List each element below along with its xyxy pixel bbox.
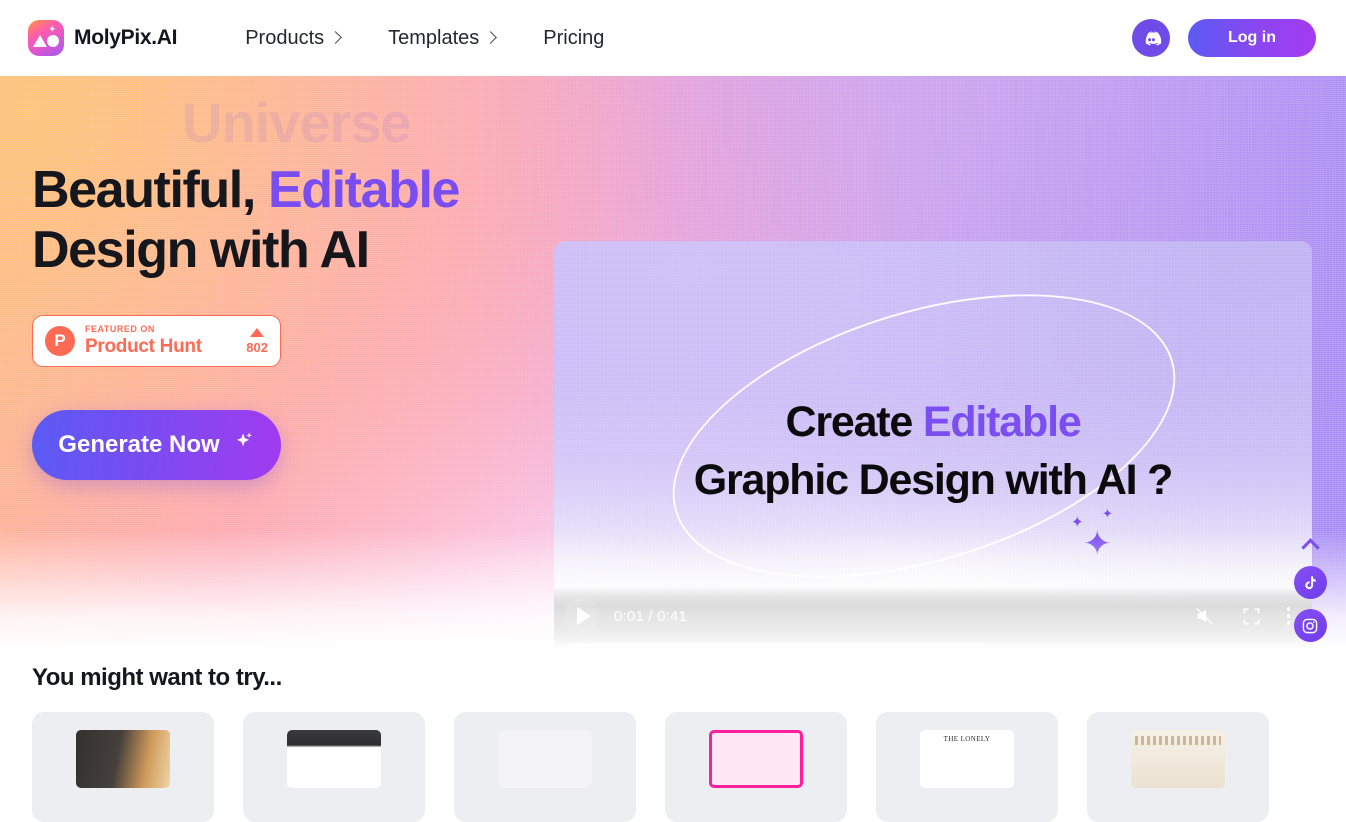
sparkle-icon xyxy=(229,428,255,461)
hero-bottom-fade xyxy=(0,530,1346,650)
try-section-title: You might want to try... xyxy=(32,664,282,691)
logo-sparkle-icon: ✦ xyxy=(48,24,56,34)
generate-now-label: Generate Now xyxy=(58,430,220,458)
logo-circle-shape xyxy=(47,35,59,47)
header-actions: Log in xyxy=(1132,19,1316,57)
nav-item-templates[interactable]: Templates xyxy=(388,26,498,50)
video-headline-line1-accent: Editable xyxy=(922,398,1082,446)
product-hunt-name: Product Hunt xyxy=(85,336,202,358)
template-card-5[interactable]: THE LONELY xyxy=(876,712,1058,822)
template-card-3[interactable] xyxy=(454,712,636,822)
nav-item-label: Pricing xyxy=(543,26,605,49)
chevron-right-icon xyxy=(484,31,498,44)
hero-heading-line2: Design with AI xyxy=(32,221,370,280)
floating-social-rail xyxy=(1292,534,1328,642)
nav-item-label: Products xyxy=(245,26,325,49)
hero-heading: Beautiful, Editable Design with AI xyxy=(32,160,532,281)
template-thumbnail xyxy=(709,730,803,788)
product-hunt-icon: P xyxy=(45,325,75,356)
chevron-right-icon xyxy=(329,31,343,44)
product-hunt-badge[interactable]: P FEATURED ON Product Hunt 802 xyxy=(32,314,281,367)
template-thumbnail xyxy=(287,730,381,788)
template-thumbnail xyxy=(76,730,170,788)
nav-item-label: Templates xyxy=(388,26,480,49)
login-button[interactable]: Log in xyxy=(1188,19,1316,57)
molypix-logo-icon: ✦ xyxy=(28,20,64,56)
logo-triangle-shape xyxy=(33,35,47,47)
hero-heading-line1-accent: Editable xyxy=(267,161,460,219)
discord-icon[interactable] xyxy=(1132,19,1170,57)
template-card-2[interactable] xyxy=(243,712,425,822)
nav-item-pricing[interactable]: Pricing xyxy=(543,27,604,50)
main-nav: Products Templates Pricing xyxy=(245,27,604,50)
hero-section: Universe Beautiful, Editable Design with… xyxy=(0,76,1346,650)
template-card-6[interactable] xyxy=(1087,712,1269,822)
brand-name: MolyPix.AI xyxy=(74,26,178,49)
template-thumbnail: THE LONELY xyxy=(920,730,1014,788)
product-hunt-eyebrow: FEATURED ON xyxy=(85,324,155,335)
template-thumbnail xyxy=(1131,730,1225,788)
template-thumbnail xyxy=(498,730,592,788)
site-header: ✦ MolyPix.AI Products Templates Pricing … xyxy=(0,0,1346,76)
chevron-up-shape xyxy=(1300,538,1320,557)
upvote-arrow-icon xyxy=(250,327,265,337)
try-section: You might want to try... THE LONELY xyxy=(0,650,1346,822)
product-hunt-votes: 802 xyxy=(246,327,268,355)
generate-now-button[interactable]: Generate Now xyxy=(32,409,281,480)
video-headline-line1-plain: Create xyxy=(785,398,923,446)
brand-logo[interactable]: ✦ MolyPix.AI xyxy=(28,20,178,56)
tiktok-icon[interactable] xyxy=(1293,566,1327,599)
hero-copy: Universe Beautiful, Editable Design with… xyxy=(32,91,532,480)
hero-ghost-text: Universe xyxy=(182,91,412,154)
chevron-up-icon[interactable] xyxy=(1295,534,1325,557)
product-hunt-text: FEATURED ON Product Hunt xyxy=(85,324,202,358)
instagram-icon[interactable] xyxy=(1293,609,1327,642)
template-card-4[interactable] xyxy=(665,712,847,822)
nav-item-products[interactable]: Products xyxy=(245,26,343,50)
template-card-list: THE LONELY xyxy=(32,712,1269,822)
video-sparkle-small-icon: ✦ xyxy=(1071,514,1084,531)
product-hunt-vote-count: 802 xyxy=(246,339,268,355)
video-headline: Create Editable Graphic Design with AI ? xyxy=(554,393,1312,509)
template-card-1[interactable] xyxy=(32,712,214,822)
video-headline-line2: Graphic Design with AI ? xyxy=(693,456,1174,505)
hero-heading-line1-plain: Beautiful, xyxy=(32,161,268,219)
